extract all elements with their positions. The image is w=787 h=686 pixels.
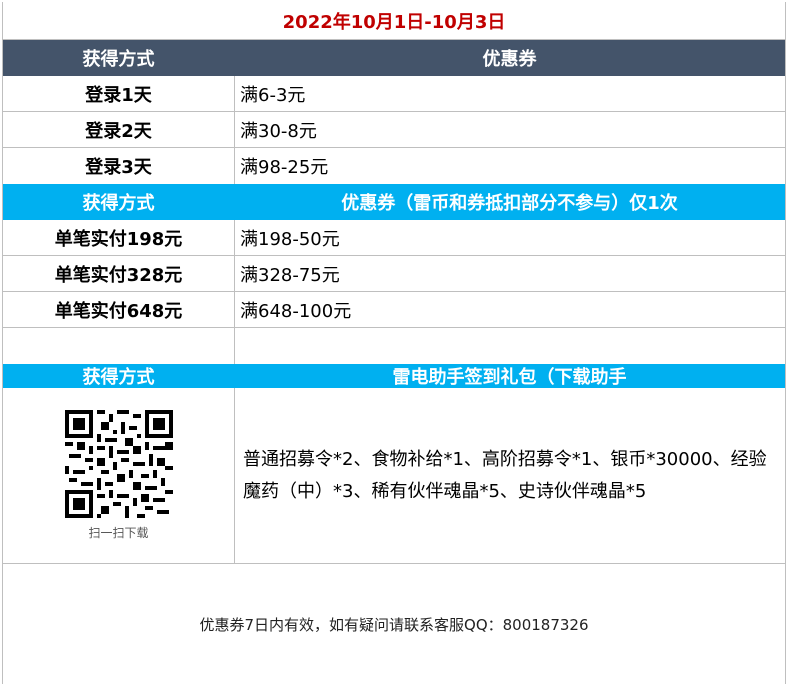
section1-header-method-label: 获得方式 — [82, 49, 155, 70]
gift-reward-text: 普通招募令*2、食物补给*1、高阶招募令*1、银币*30000、经验魔药（中）*… — [243, 448, 767, 502]
section1-header-row: 获得方式 优惠券 — [3, 40, 785, 76]
method-label: 登录2天 — [85, 120, 152, 142]
footer-note: 优惠券7日内有效，如有疑问请联系客服QQ：800187326 — [199, 615, 589, 634]
empty-row — [3, 328, 785, 364]
table-row: 单笔实付198元 满198-50元 — [3, 220, 785, 256]
method-label: 单笔实付648元 — [54, 300, 183, 322]
section2-header-row: 获得方式 优惠券（雷币和券抵扣部分不参与）仅1次 — [3, 184, 785, 220]
reward-cell: 满6-3元 — [234, 76, 785, 111]
footer-cell: 优惠券7日内有效，如有疑问请联系客服QQ：800187326 — [3, 564, 785, 684]
table-row: 单笔实付648元 满648-100元 — [3, 292, 785, 328]
method-cell: 单笔实付198元 — [3, 220, 234, 255]
reward-label: 满328-75元 — [240, 264, 340, 286]
method-label: 单笔实付198元 — [54, 228, 183, 250]
method-cell: 登录2天 — [3, 112, 234, 147]
section2-header-reward: 优惠券（雷币和券抵扣部分不参与）仅1次 — [234, 184, 785, 220]
gift-reward-cell: 普通招募令*2、食物补给*1、高阶招募令*1、银币*30000、经验魔药（中）*… — [234, 388, 785, 563]
reward-cell: 满328-75元 — [234, 256, 785, 291]
coupon-sheet: 2022年10月1日-10月3日 获得方式 优惠券 登录1天 满6-3元 登录2… — [2, 2, 786, 684]
table-row: 登录2天 满30-8元 — [3, 112, 785, 148]
reward-label: 满98-25元 — [240, 157, 329, 178]
qr-caption: 扫一扫下载 — [88, 526, 149, 540]
section3-header-method-label: 获得方式 — [82, 367, 155, 388]
section1-header-reward: 优惠券 — [234, 40, 785, 76]
table-row: 单笔实付328元 满328-75元 — [3, 256, 785, 292]
section3-header-row: 获得方式 雷电助手签到礼包（下载助手 — [3, 364, 785, 388]
table-row: 登录1天 满6-3元 — [3, 76, 785, 112]
method-cell: 登录1天 — [3, 76, 234, 111]
method-label: 登录1天 — [85, 84, 152, 106]
section3-header-method: 获得方式 — [3, 364, 234, 388]
method-label: 登录3天 — [85, 157, 152, 178]
method-cell: 登录3天 — [3, 148, 234, 184]
section1-header-method: 获得方式 — [3, 40, 234, 76]
section2-header-reward-label: 优惠券（雷币和券抵扣部分不参与）仅1次 — [341, 193, 678, 214]
gift-pack-row: 扫一扫下载 普通招募令*2、食物补给*1、高阶招募令*1、银币*30000、经验… — [3, 388, 785, 564]
reward-label: 满6-3元 — [240, 84, 306, 106]
section1-header-reward-label: 优惠券 — [482, 49, 537, 70]
reward-cell: 满98-25元 — [234, 148, 785, 184]
method-label: 单笔实付328元 — [54, 264, 183, 286]
page-title: 2022年10月1日-10月3日 — [282, 11, 506, 33]
qr-code-icon[interactable] — [64, 410, 173, 518]
table-row: 登录3天 满98-25元 — [3, 148, 785, 184]
section3-header-reward-label: 雷电助手签到礼包（下载助手 — [392, 367, 627, 388]
section2-header-method: 获得方式 — [3, 184, 234, 220]
empty-cell — [234, 328, 785, 364]
section3-header-reward: 雷电助手签到礼包（下载助手 — [234, 364, 785, 388]
reward-label: 满198-50元 — [240, 228, 340, 250]
method-cell: 单笔实付328元 — [3, 256, 234, 291]
empty-cell — [3, 328, 234, 364]
reward-cell: 满30-8元 — [234, 112, 785, 147]
title-cell: 2022年10月1日-10月3日 — [3, 2, 785, 39]
section2-header-method-label: 获得方式 — [82, 193, 155, 214]
title-row: 2022年10月1日-10月3日 — [3, 2, 785, 40]
qr-cell: 扫一扫下载 — [3, 388, 234, 563]
method-cell: 单笔实付648元 — [3, 292, 234, 327]
reward-cell: 满648-100元 — [234, 292, 785, 327]
reward-label: 满648-100元 — [240, 300, 352, 322]
footer-row: 优惠券7日内有效，如有疑问请联系客服QQ：800187326 — [3, 564, 785, 684]
reward-label: 满30-8元 — [240, 120, 317, 142]
reward-cell: 满198-50元 — [234, 220, 785, 255]
